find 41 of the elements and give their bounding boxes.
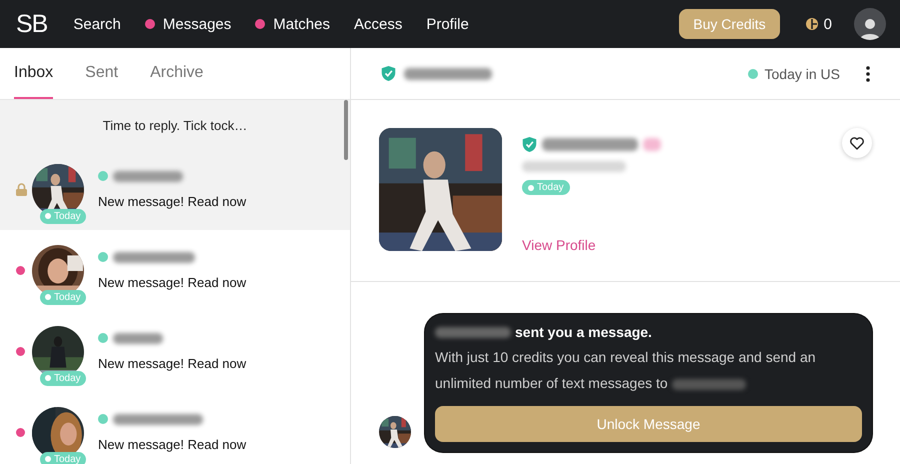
status-badge: Today: [522, 180, 570, 195]
view-profile-link[interactable]: View Profile: [522, 237, 596, 253]
tab[interactable]: Archive: [150, 48, 204, 99]
scrollbar[interactable]: [344, 100, 348, 160]
last-seen-text: Today in US: [764, 66, 840, 82]
nav-link[interactable]: Profile: [426, 16, 469, 32]
online-dot: [748, 68, 758, 78]
status-badge: Today: [40, 370, 86, 386]
message-headline: sent you a message.: [515, 324, 652, 340]
blurred-name: [113, 332, 163, 344]
blurred-name: [113, 170, 183, 182]
message-preview: New message! Read now: [98, 436, 246, 452]
conversation-row[interactable]: Today New message! Read now: [0, 392, 350, 464]
notice-text: Time to reply. Tick tock…: [102, 118, 248, 133]
status-badge: Today: [40, 208, 86, 224]
credit-count: 0: [824, 16, 832, 32]
favorite-button[interactable]: [842, 128, 872, 158]
conversation-row[interactable]: Today New message! Read now: [0, 149, 350, 230]
nav-link[interactable]: Access: [354, 16, 402, 32]
unread-dot: [16, 347, 25, 356]
nav-link[interactable]: Search: [73, 16, 121, 32]
heart-icon: [850, 136, 864, 150]
nav-link[interactable]: Matches: [273, 16, 330, 32]
status-badge: Today: [40, 452, 86, 464]
more-options-icon[interactable]: [866, 66, 870, 82]
lock-icon: [16, 183, 27, 196]
status-badge: Today: [40, 290, 86, 304]
message-body: With just 10 credits you can reveal this message and send an unlimited number of text messages to: [435, 348, 817, 393]
unread-dot: [16, 428, 25, 437]
message-preview: New message! Read now: [98, 274, 246, 290]
coin-icon: [806, 18, 818, 30]
blurred-age: [643, 138, 661, 151]
nav-link[interactable]: Messages: [162, 16, 232, 32]
conversation-row[interactable]: Today New message! Read now: [0, 311, 350, 392]
message-preview: New message! Read now: [98, 194, 246, 208]
user-avatar-icon[interactable]: [854, 8, 886, 40]
logo[interactable]: SB: [16, 10, 48, 38]
unread-dot: [16, 266, 25, 275]
message-preview: New message! Read now: [98, 356, 246, 370]
tab[interactable]: Sent: [85, 48, 118, 99]
conversation-row[interactable]: Today New message! Read now: [0, 230, 350, 311]
